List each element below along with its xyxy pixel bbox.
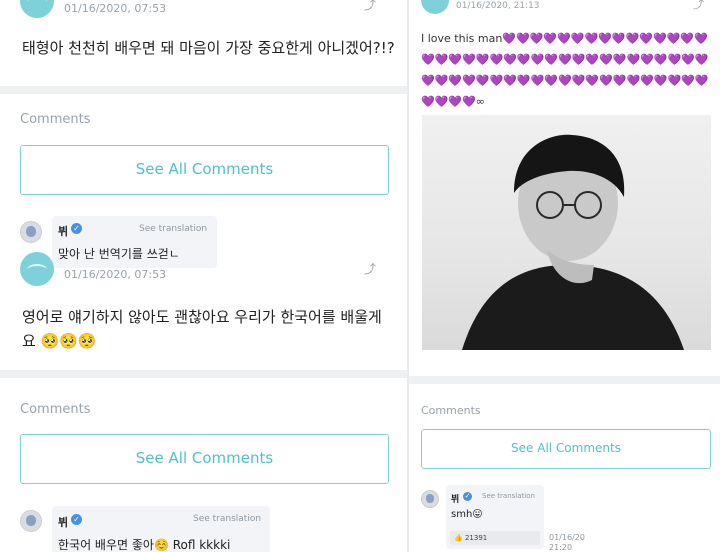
comments-label: Comments — [421, 404, 481, 417]
comment-bubble: 뷔 ✓ See translation 한국어 배우면 좋아☺️ Rofl kk… — [52, 506, 270, 552]
see-translation-link[interactable]: See translation — [139, 224, 207, 234]
share-icon[interactable]: ⤴︎ — [364, 260, 376, 277]
post-date: 01/16/2020, 21:13 — [456, 1, 540, 11]
comment-text: 맞아 난 번역기를 쓰걷ㄴ — [58, 247, 180, 261]
post-text-line: 영어로 얘기하지 않아도 괜찮아요 우리가 한국어를 배울게 — [22, 308, 382, 326]
post-date: 01/16/2020, 07:53 — [64, 2, 167, 15]
comment-bubble: 뷔 ✓ See translation smh😛 👍 21391 — [446, 485, 544, 549]
comments-label: Comments — [20, 402, 91, 417]
screenshot-collage: 01/16/2020, 07:53 ⤴︎ 태형아 천천히 배우면 돼 마음이 가… — [0, 0, 720, 552]
verified-icon: ✓ — [71, 223, 82, 234]
post-text: 태형아 천천히 배우면 돼 마음이 가장 중요한게 아니겠어?!? — [22, 39, 395, 57]
user-avatar[interactable] — [20, 510, 42, 532]
right-panel: 01/16/2020, 21:13 ⤴︎ I love this man💜💜💜💜… — [409, 0, 720, 552]
post-photo[interactable] — [422, 115, 711, 350]
see-all-comments-button[interactable]: See All Comments — [421, 429, 711, 469]
see-translation-link[interactable]: See translation — [193, 514, 261, 524]
like-count: 21391 — [464, 534, 488, 542]
verified-icon: ✓ — [463, 492, 472, 501]
username[interactable]: 뷔 — [58, 223, 68, 239]
username[interactable]: 뷔 — [58, 514, 68, 530]
see-all-comments-button[interactable]: See All Comments — [20, 145, 389, 195]
divider — [409, 376, 720, 384]
artist-avatar[interactable] — [421, 0, 449, 14]
divider — [0, 86, 407, 94]
like-button[interactable]: 👍 21391 — [450, 531, 540, 545]
username[interactable]: 뷔 — [451, 492, 459, 505]
see-all-comments-button[interactable]: See All Comments — [20, 434, 389, 484]
portrait-illustration — [462, 134, 684, 350]
share-icon[interactable]: ⤴︎ — [364, 0, 376, 13]
user-avatar[interactable] — [20, 221, 42, 243]
post-text-line: 요 🥺🥺🥺 — [22, 332, 97, 350]
post-date: 01/16/2020, 07:53 — [64, 268, 167, 281]
artist-avatar[interactable] — [20, 252, 54, 286]
verified-icon: ✓ — [71, 514, 82, 525]
thumbs-up-icon: 👍 — [454, 534, 463, 542]
artist-avatar[interactable] — [20, 0, 54, 18]
comment-text: smh😛 — [451, 509, 483, 520]
comments-label: Comments — [20, 112, 91, 127]
comment-time: 21:20 — [549, 543, 573, 552]
post-text: I love this man💜💜💜💜💜💜💜💜💜💜💜💜💜💜💜💜💜💜💜💜💜💜💜💜💜… — [421, 32, 709, 108]
share-icon[interactable]: ⤴︎ — [693, 0, 704, 12]
user-avatar[interactable] — [421, 490, 439, 508]
comment-bubble: 뷔 ✓ See translation 맞아 난 번역기를 쓰걷ㄴ — [52, 216, 217, 268]
comment-text: 한국어 배우면 좋아☺️ Rofl kkkki — [58, 538, 231, 552]
divider — [0, 370, 407, 378]
see-translation-link[interactable]: See translation — [482, 492, 535, 500]
left-panel: 01/16/2020, 07:53 ⤴︎ 태형아 천천히 배우면 돼 마음이 가… — [0, 0, 407, 552]
comment-date: 01/16/20 — [549, 533, 585, 542]
